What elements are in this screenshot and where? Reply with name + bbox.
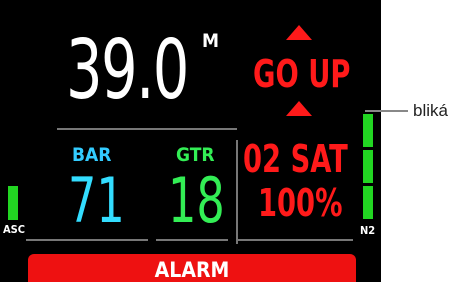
sat-warning: 02 SAT	[243, 137, 348, 181]
sat-percent: 100%	[258, 181, 343, 225]
alarm-banner: ALARM	[28, 254, 356, 282]
up-arrow-icon	[286, 101, 312, 116]
ascent-rate-label: ASC	[3, 223, 26, 236]
vertical-divider	[236, 140, 238, 244]
n2-bar-segment	[363, 186, 373, 219]
bar-value: 71	[68, 164, 125, 237]
n2-bar-segment	[363, 114, 373, 147]
n2-bar-segment	[363, 150, 373, 183]
gtr-label: GTR	[176, 144, 215, 166]
n2-label: N2	[360, 224, 376, 237]
depth-divider	[57, 128, 237, 130]
warning-divider	[236, 239, 353, 241]
gtr-divider	[156, 239, 228, 241]
dive-computer-screen: 39.0 M BAR 71 GTR 18 GO UP 02 SAT 100% A…	[0, 0, 381, 282]
depth-unit: M	[202, 30, 220, 52]
up-arrow-icon	[286, 25, 312, 40]
bar-label: BAR	[72, 144, 112, 166]
callout-label: bliká	[413, 101, 448, 120]
ascent-rate-bar	[8, 186, 18, 220]
go-up-warning: GO UP	[253, 52, 351, 96]
depth-value: 39.0	[66, 23, 189, 118]
alarm-text: ALARM	[154, 258, 230, 282]
gtr-value: 18	[168, 164, 225, 237]
callout-line	[365, 110, 408, 112]
bar-divider	[26, 239, 148, 241]
